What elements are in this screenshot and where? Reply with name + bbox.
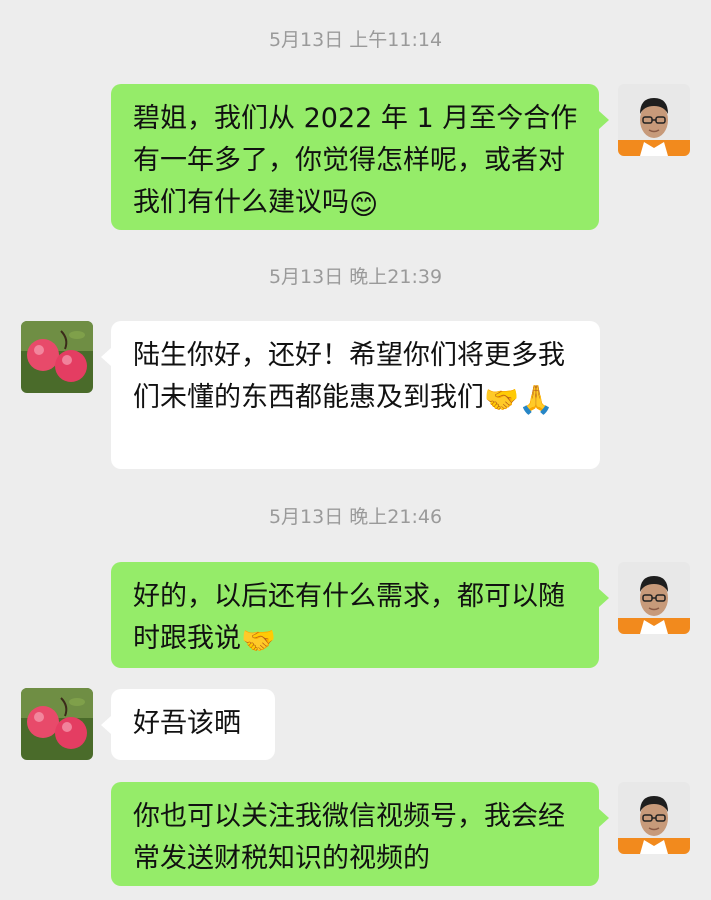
user-avatar-other[interactable] — [21, 688, 93, 760]
man-with-glasses-avatar-icon — [618, 562, 690, 634]
message-bubble-received[interactable]: 好吾该晒 — [111, 689, 275, 760]
handshake-pray-emoji-icon: 🤝🙏 — [484, 383, 554, 416]
message-bubble-received[interactable]: 陆生你好，还好！希望你们将更多我们未懂的东西都能惠及到我们🤝🙏 — [111, 321, 600, 469]
pink-apples-avatar-icon — [21, 688, 93, 760]
message-bubble-sent[interactable]: 好的，以后还有什么需求，都可以随时跟我说🤝 — [111, 562, 599, 668]
bubble-tail — [599, 809, 609, 827]
bubble-tail — [599, 111, 609, 129]
bubble-tail — [599, 589, 609, 607]
handshake-emoji-icon: 🤝 — [241, 624, 276, 657]
user-avatar-me[interactable] — [618, 562, 690, 634]
man-with-glasses-avatar-icon — [618, 84, 690, 156]
message-text: 好吾该晒 — [133, 708, 241, 739]
user-avatar-me[interactable] — [618, 84, 690, 156]
smiling-face-emoji-icon: 😊 — [349, 188, 379, 221]
message-text: 你也可以关注我微信视频号，我会经常发送财税知识的视频的 — [133, 801, 565, 874]
bubble-tail — [101, 348, 111, 366]
pink-apples-avatar-icon — [21, 321, 93, 393]
timestamp: 5月13日 晚上21:46 — [268, 506, 443, 528]
man-with-glasses-avatar-icon — [618, 782, 690, 854]
message-text: 好的，以后还有什么需求，都可以随时跟我说 — [133, 581, 565, 654]
timestamp: 5月13日 晚上21:39 — [268, 266, 443, 288]
user-avatar-other[interactable] — [21, 321, 93, 393]
user-avatar-me[interactable] — [618, 782, 690, 854]
message-bubble-sent[interactable]: 碧姐，我们从 2022 年 1 月至今合作有一年多了，你觉得怎样呢，或者对我们有… — [111, 84, 599, 230]
timestamp: 5月13日 上午11:14 — [268, 29, 443, 51]
message-bubble-sent[interactable]: 你也可以关注我微信视频号，我会经常发送财税知识的视频的 — [111, 782, 599, 886]
bubble-tail — [101, 716, 111, 734]
